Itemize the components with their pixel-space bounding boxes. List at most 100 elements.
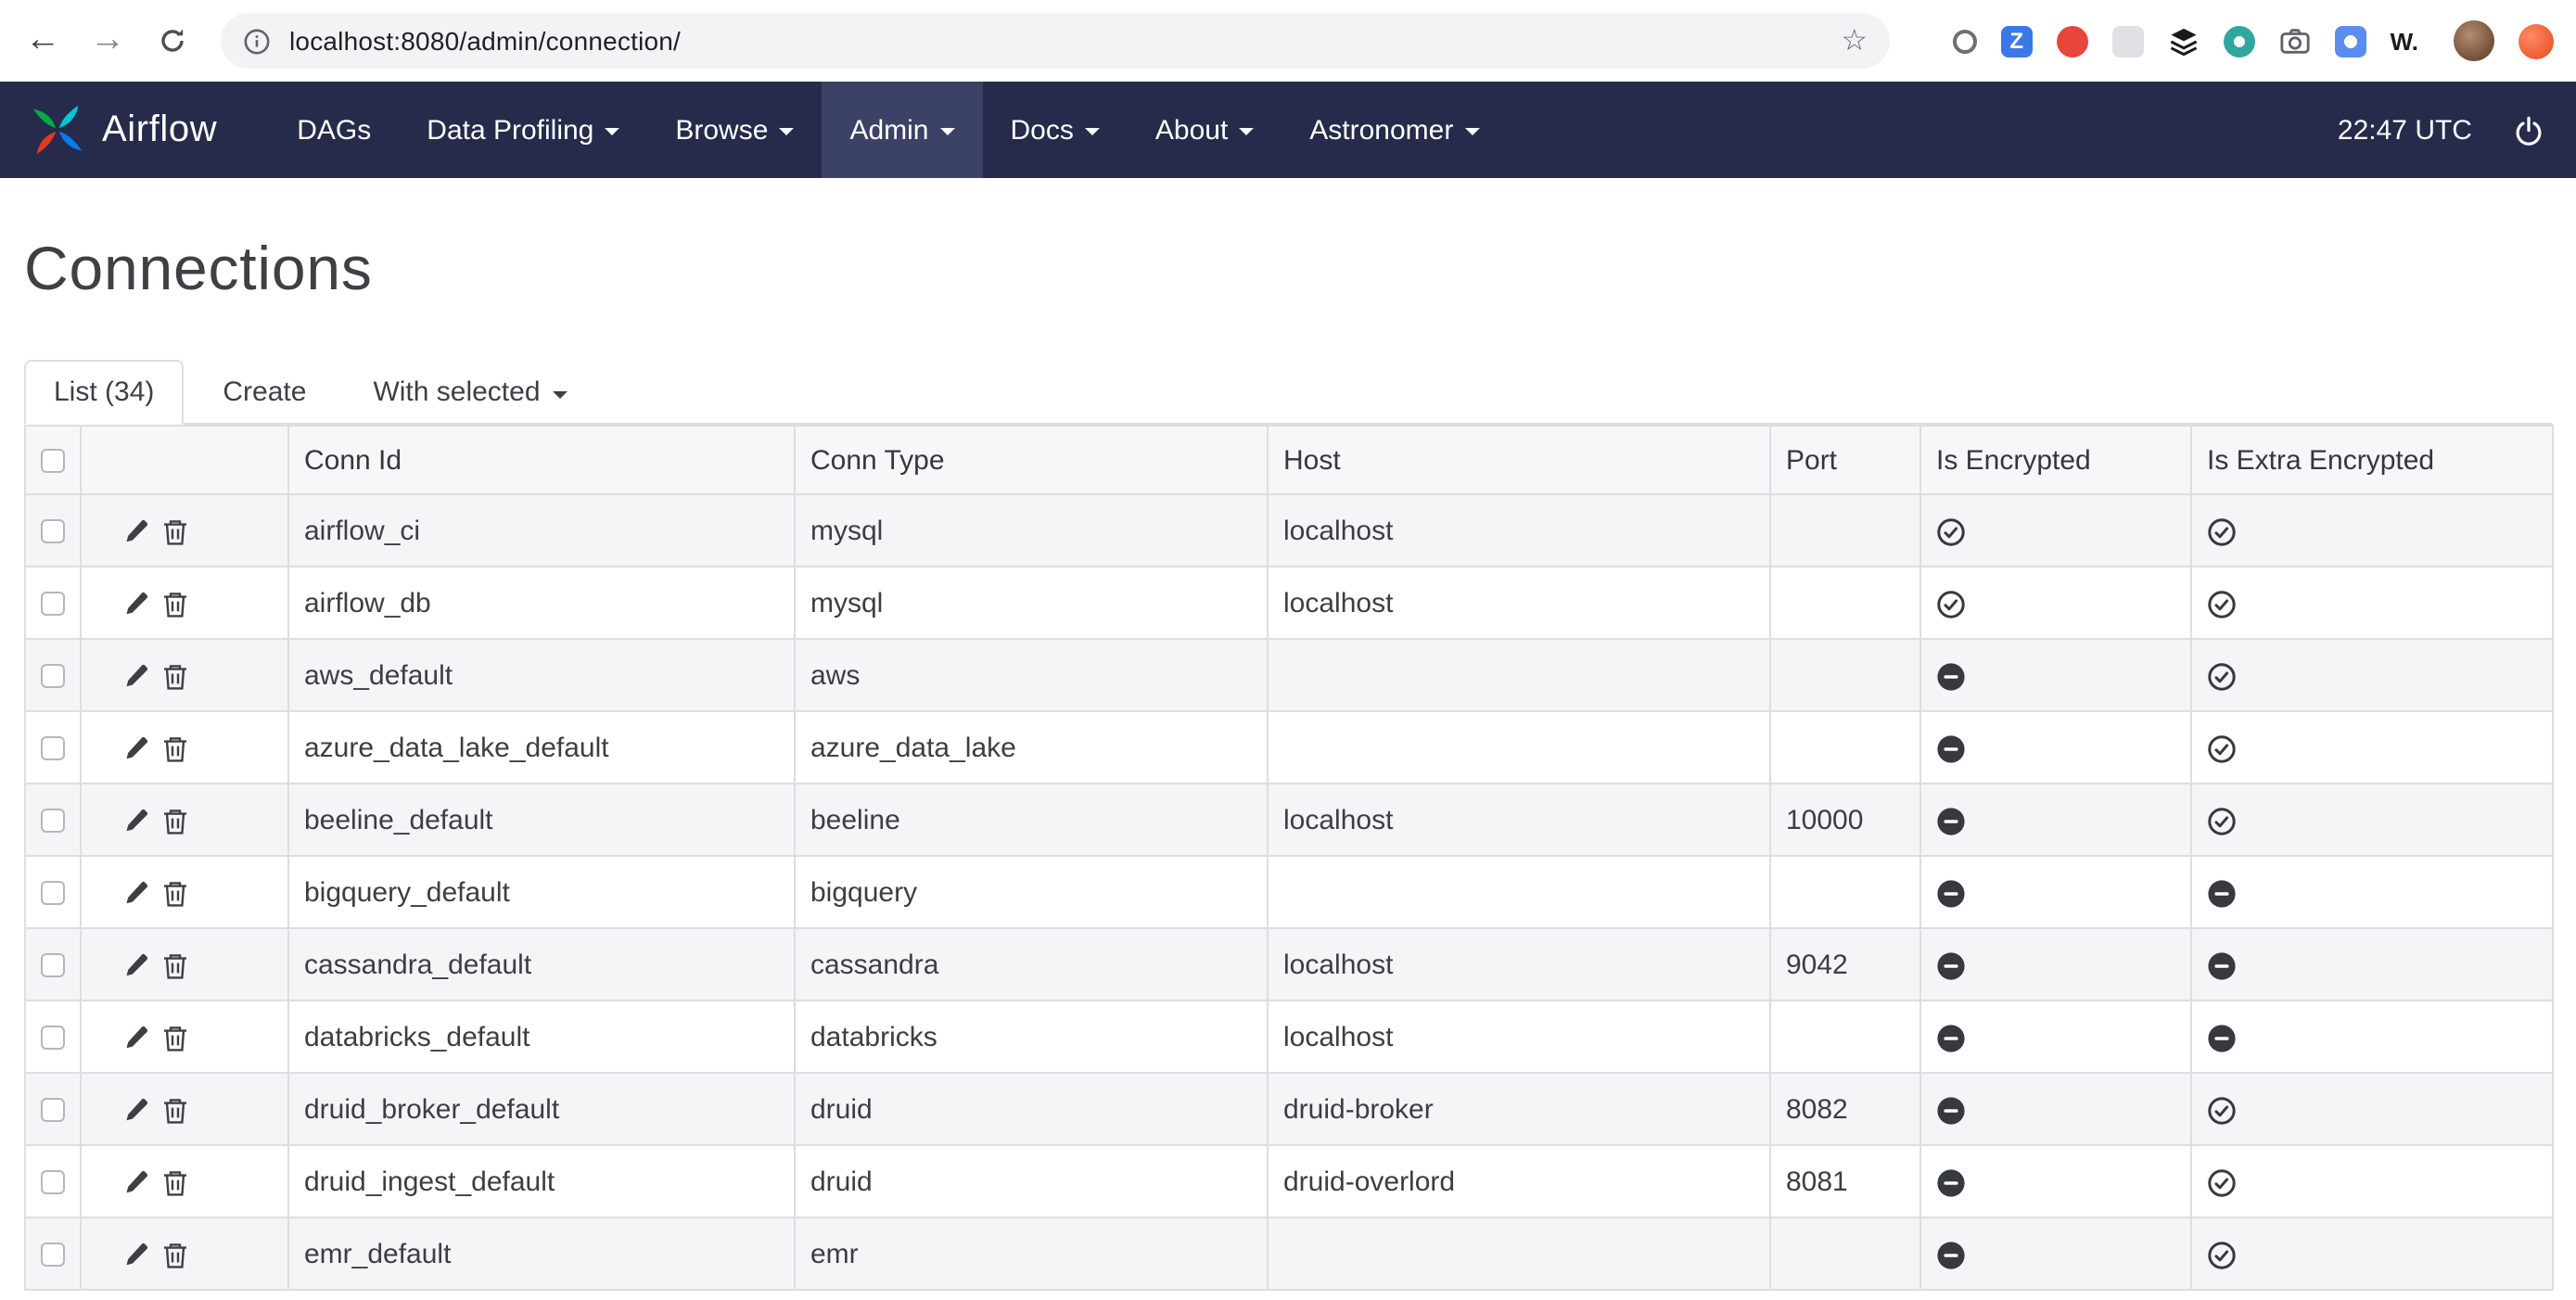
row-checkbox[interactable]	[41, 518, 65, 542]
pencil-icon	[122, 734, 150, 762]
cell-select	[25, 856, 81, 928]
edit-connection-button[interactable]	[122, 662, 150, 690]
delete-connection-button[interactable]	[161, 733, 189, 763]
address-bar[interactable]: localhost:8080/admin/connection/ ☆	[221, 13, 1890, 69]
nav-item-browse[interactable]: Browse	[647, 82, 822, 178]
connection-row-aws_default: aws_defaultaws	[25, 639, 2553, 711]
delete-connection-button[interactable]	[161, 950, 189, 980]
cell-conn-type: beeline	[795, 784, 1268, 856]
connection-row-druid_ingest_default: druid_ingest_defaultdruiddruid-overlord8…	[25, 1145, 2553, 1217]
cell-is-extra-encrypted	[2191, 1073, 2553, 1145]
cell-conn-id: aws_default	[288, 639, 795, 711]
delete-connection-button[interactable]	[161, 1095, 189, 1125]
browser-profile-icon[interactable]	[2519, 23, 2554, 58]
check-circle-icon	[1936, 589, 1966, 618]
table-header-row: Conn Id Conn Type Host Port Is Encrypted…	[25, 426, 2553, 494]
row-checkbox[interactable]	[41, 735, 65, 759]
edit-connection-button[interactable]	[122, 590, 150, 618]
extension-gray-square-icon[interactable]	[2112, 25, 2144, 57]
nav-item-astronomer[interactable]: Astronomer	[1282, 82, 1507, 178]
browser-back-button[interactable]: ←	[19, 17, 67, 65]
power-button[interactable]	[2513, 114, 2544, 146]
cell-is-encrypted	[1920, 856, 2191, 928]
pencil-icon	[122, 1024, 150, 1051]
cell-actions	[81, 856, 288, 928]
connection-row-airflow_db: airflow_dbmysqllocalhost	[25, 567, 2553, 639]
trash-icon	[161, 1240, 189, 1269]
extension-camera-icon[interactable]	[2279, 25, 2311, 57]
minus-circle-icon	[1936, 878, 1966, 908]
bookmark-star-icon[interactable]: ☆	[1841, 22, 1868, 59]
nav-item-admin[interactable]: Admin	[822, 82, 982, 178]
row-checkbox[interactable]	[41, 880, 65, 904]
row-checkbox[interactable]	[41, 1242, 65, 1266]
delete-connection-button[interactable]	[161, 661, 189, 691]
row-checkbox[interactable]	[41, 808, 65, 832]
cell-is-extra-encrypted	[2191, 928, 2553, 1000]
cell-port	[1770, 1000, 1920, 1073]
extension-ring-icon[interactable]	[1953, 29, 1977, 53]
nav-item-about[interactable]: About	[1128, 82, 1282, 178]
nav-item-dags[interactable]: DAGs	[269, 82, 399, 178]
delete-connection-button[interactable]	[161, 878, 189, 908]
delete-connection-button[interactable]	[161, 589, 189, 618]
tab-with-selected[interactable]: With selected	[345, 362, 595, 423]
nav-item-label: DAGs	[297, 114, 371, 146]
tab-list[interactable]: List (34)	[24, 360, 184, 425]
nav-item-data-profiling[interactable]: Data Profiling	[399, 82, 647, 178]
edit-connection-button[interactable]	[122, 1096, 150, 1124]
pencil-icon	[122, 1096, 150, 1124]
row-checkbox[interactable]	[41, 1025, 65, 1049]
url-text[interactable]: localhost:8080/admin/connection/	[289, 26, 1841, 56]
select-all-checkbox[interactable]	[41, 448, 65, 472]
delete-connection-button[interactable]	[161, 1240, 189, 1269]
row-checkbox[interactable]	[41, 591, 65, 615]
edit-connection-button[interactable]	[122, 807, 150, 835]
row-checkbox[interactable]	[41, 1169, 65, 1193]
cell-actions	[81, 928, 288, 1000]
extension-layers-icon[interactable]	[2168, 25, 2200, 57]
extension-z-icon[interactable]: Z	[2001, 25, 2033, 57]
row-checkbox[interactable]	[41, 663, 65, 687]
tab-create[interactable]: Create	[195, 362, 334, 423]
cell-conn-type: emr	[795, 1217, 1268, 1290]
delete-connection-button[interactable]	[161, 1167, 189, 1197]
edit-connection-button[interactable]	[122, 879, 150, 907]
cell-port	[1770, 856, 1920, 928]
caret-down-icon	[1239, 128, 1254, 135]
extension-w-icon[interactable]: W.	[2391, 27, 2418, 55]
page-title: Connections	[24, 234, 2552, 304]
delete-connection-button[interactable]	[161, 806, 189, 835]
extension-teal-circle-icon[interactable]	[2224, 25, 2255, 57]
edit-connection-button[interactable]	[122, 517, 150, 545]
delete-connection-button[interactable]	[161, 516, 189, 546]
cell-select	[25, 928, 81, 1000]
cell-is-extra-encrypted	[2191, 711, 2553, 784]
edit-connection-button[interactable]	[122, 951, 150, 979]
browser-reload-button[interactable]	[148, 17, 197, 65]
cell-port	[1770, 639, 1920, 711]
nav-item-label: About	[1155, 114, 1228, 146]
profile-avatar[interactable]	[2454, 20, 2494, 61]
edit-connection-button[interactable]	[122, 1024, 150, 1051]
extension-red-circle-icon[interactable]	[2057, 25, 2088, 57]
cell-port: 10000	[1770, 784, 1920, 856]
edit-connection-button[interactable]	[122, 1241, 150, 1268]
row-checkbox[interactable]	[41, 952, 65, 976]
cell-host	[1268, 639, 1770, 711]
extension-blue-square-icon[interactable]	[2335, 25, 2366, 57]
edit-connection-button[interactable]	[122, 734, 150, 762]
cell-conn-type: druid	[795, 1073, 1268, 1145]
airflow-brand[interactable]: Airflow	[30, 102, 217, 158]
cell-host: localhost	[1268, 567, 1770, 639]
cell-host: localhost	[1268, 928, 1770, 1000]
row-checkbox[interactable]	[41, 1097, 65, 1121]
minus-circle-icon	[2207, 950, 2237, 980]
site-info-icon[interactable]	[243, 27, 271, 55]
browser-forward-button[interactable]: →	[83, 17, 132, 65]
extension-z-letter: Z	[2009, 28, 2023, 54]
edit-connection-button[interactable]	[122, 1168, 150, 1196]
nav-item-docs[interactable]: Docs	[983, 82, 1128, 178]
delete-connection-button[interactable]	[161, 1023, 189, 1052]
tab-create-label: Create	[223, 376, 306, 408]
